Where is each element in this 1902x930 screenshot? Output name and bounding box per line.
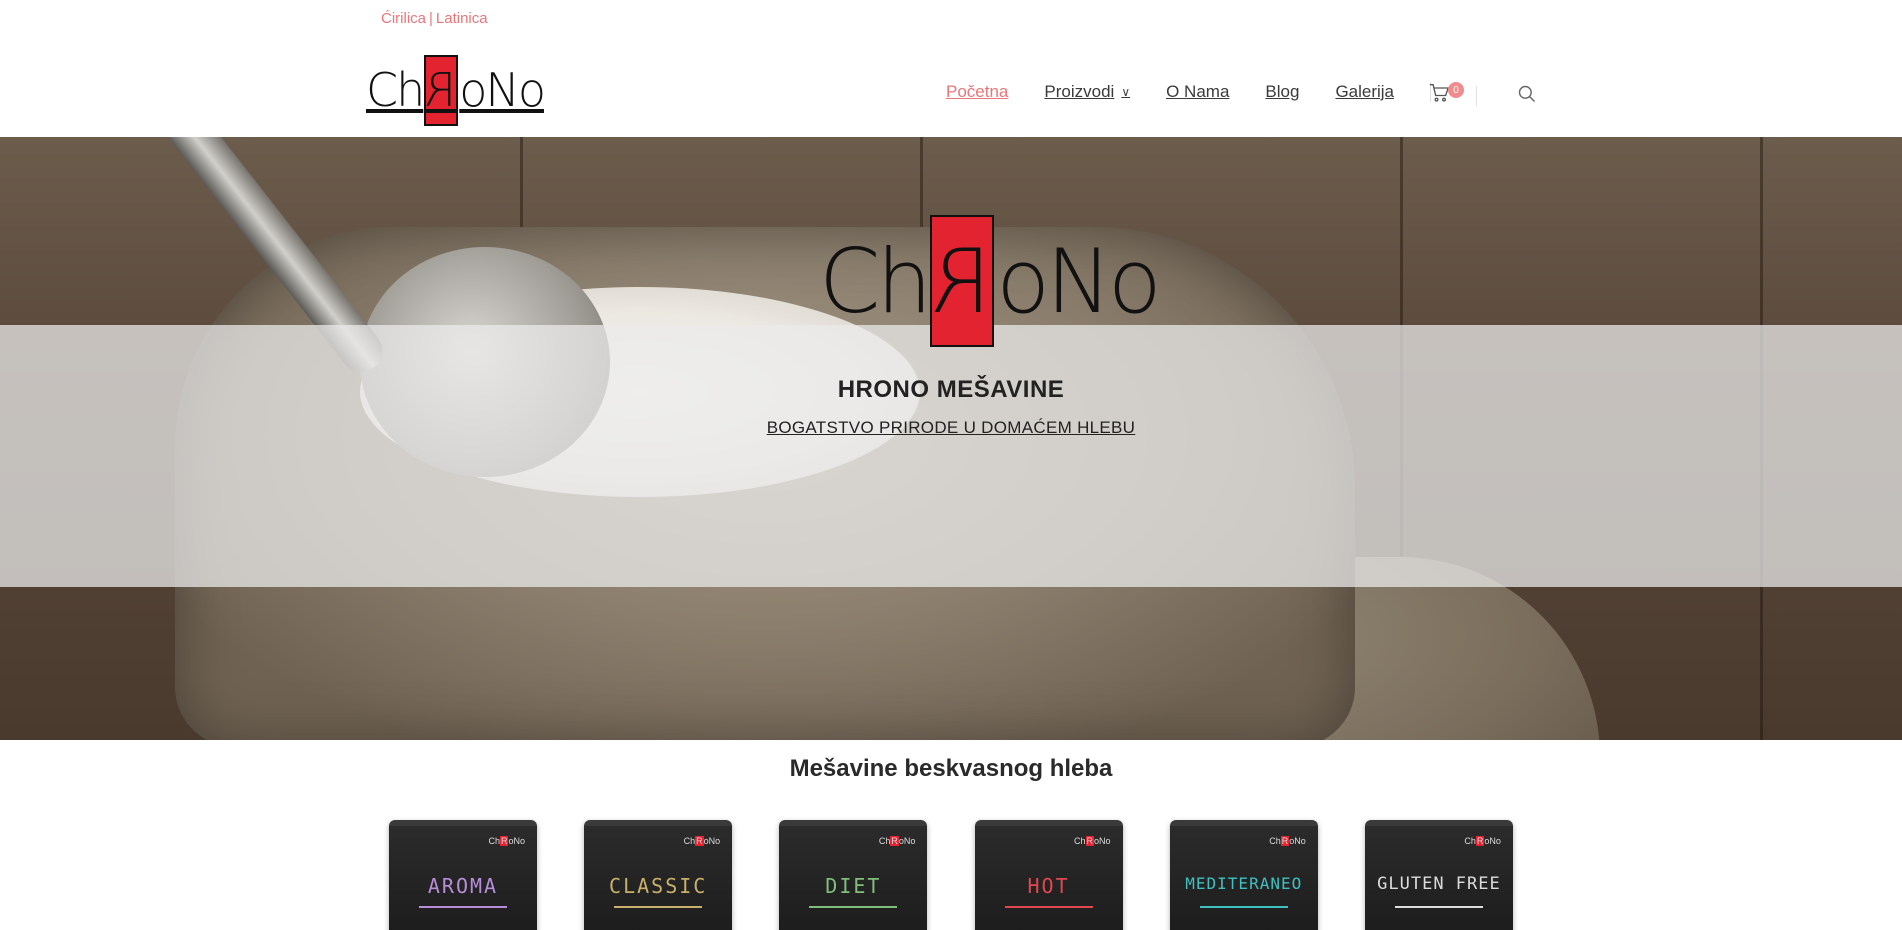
nav-label: O Nama xyxy=(1166,82,1230,101)
chevron-down-icon: ∨ xyxy=(1121,85,1131,99)
search-icon xyxy=(1518,85,1536,103)
nav-label: Galerija xyxy=(1335,82,1395,101)
nav-item-proizvodi[interactable]: Proizvodi ∨ xyxy=(1044,82,1130,102)
product-card-mediteraneo[interactable]: ChRoNo MEDITERANEO xyxy=(1169,820,1318,930)
nav-item-blog[interactable]: Blog xyxy=(1265,82,1299,102)
hero-overlay-band xyxy=(0,325,1902,587)
product-name: DIET xyxy=(825,874,882,898)
hero-logo: Ch RoNo xyxy=(819,214,1162,348)
product-decoration xyxy=(809,906,898,908)
product-card-classic[interactable]: ChRoNo CLASSIC xyxy=(584,820,733,930)
hero-title: HRONO MEŠAVINE xyxy=(837,376,1065,403)
product-decoration xyxy=(419,906,507,908)
nav-item-galerija[interactable]: Galerija xyxy=(1335,82,1394,102)
product-mini-logo: ChRoNo xyxy=(1074,836,1111,846)
logo-text-start: Ch xyxy=(819,229,932,333)
product-mini-logo: ChRoNo xyxy=(1464,836,1501,846)
search-button[interactable] xyxy=(1517,84,1537,104)
logo-red-box: R xyxy=(930,215,995,347)
product-mini-logo: ChRoNo xyxy=(683,836,721,846)
logo-red-box: R xyxy=(424,54,459,126)
product-mini-logo: ChRoNo xyxy=(878,836,916,846)
logo-mirrored-letter: R xyxy=(933,229,991,333)
cart-icon xyxy=(1429,84,1450,102)
product-card-gluten-free[interactable]: ChRoNo GLUTEN FREE xyxy=(1364,820,1513,930)
logo-text-start: Ch xyxy=(366,63,425,117)
logo-text-end: oNo xyxy=(459,63,546,117)
product-name: CLASSIC xyxy=(609,874,708,898)
products-section-title: Mešavine beskvasnog hleba xyxy=(789,755,1113,782)
product-card-hot[interactable]: ChRoNo HOT xyxy=(974,820,1123,930)
product-name: HOT xyxy=(1027,874,1070,898)
lang-latin-link[interactable]: Latinica xyxy=(436,10,488,27)
product-decoration xyxy=(1199,906,1288,908)
product-decoration xyxy=(1394,906,1483,908)
hero-subtitle-link[interactable]: BOGATSTVO PRIRODE U DOMAĆEM HLEBU xyxy=(0,418,1902,438)
nav-label: Početna xyxy=(946,82,1009,101)
cart-button[interactable]: 0 xyxy=(1429,82,1464,107)
product-mini-logo: ChRoNo xyxy=(1269,836,1306,846)
site-logo[interactable]: Ch RoNo xyxy=(366,54,546,126)
product-decoration xyxy=(1004,906,1093,908)
logo-mirrored-letter: R xyxy=(426,63,457,117)
lang-cyrillic-link[interactable]: Ćirilica xyxy=(381,10,426,27)
product-decoration xyxy=(614,906,703,908)
product-mini-logo: ChRoNo xyxy=(488,836,525,846)
logo-text-end: oNo xyxy=(996,229,1162,333)
product-card-aroma[interactable]: ChRoNo AROMA xyxy=(389,820,537,930)
product-name: AROMA xyxy=(427,874,499,898)
product-card-diet[interactable]: ChRoNo DIET xyxy=(779,820,928,930)
nav-item-o-nama[interactable]: O Nama xyxy=(1166,82,1229,102)
nav-label: Proizvodi xyxy=(1044,82,1115,101)
product-name: GLUTEN FREE xyxy=(1377,874,1501,894)
nav-label: Blog xyxy=(1265,82,1300,101)
nav-divider xyxy=(1476,86,1477,106)
product-name: MEDITERANEO xyxy=(1185,874,1303,893)
cart-count-badge: 0 xyxy=(1448,82,1464,98)
lang-separator: | xyxy=(429,10,433,27)
product-list: ChRoNo AROMA ChRoNo CLASSIC ChRoNo DIET … xyxy=(381,820,1521,930)
main-navigation: Početna Proizvodi ∨ O Nama Blog Galerija xyxy=(946,82,1432,102)
nav-item-pocetna[interactable]: Početna xyxy=(946,82,1008,102)
language-switcher: Ćirilica | Latinica xyxy=(381,10,488,27)
